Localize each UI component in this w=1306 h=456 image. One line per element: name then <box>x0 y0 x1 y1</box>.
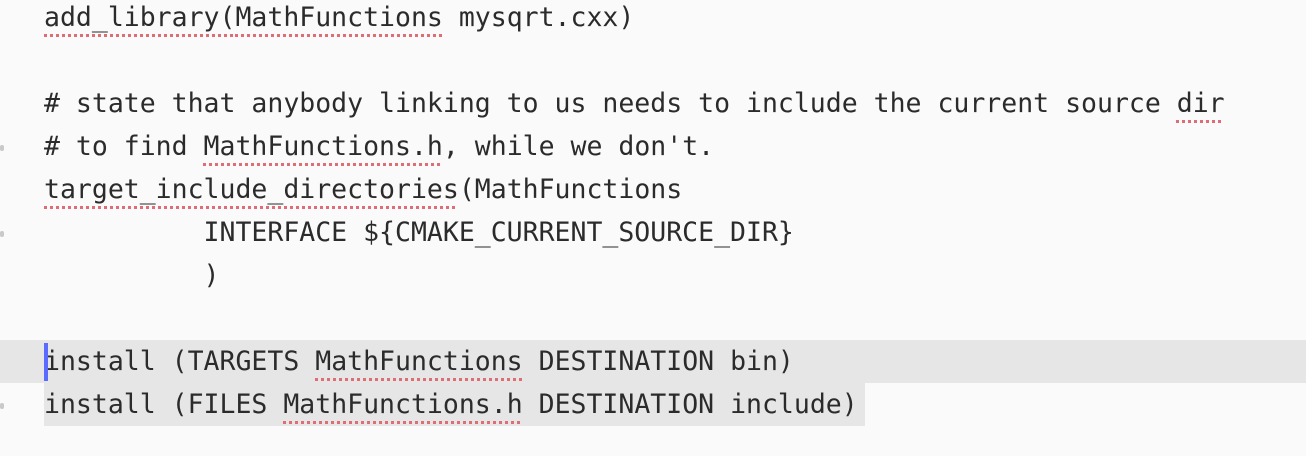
code-line-3[interactable]: # state that anybody linking to us needs… <box>0 82 1306 125</box>
code-line-10[interactable]: install (FILES MathFunctions.h DESTINATI… <box>0 383 1306 426</box>
code-line-6[interactable]: INTERFACE ${CMAKE_CURRENT_SOURCE_DIR} <box>0 211 1306 254</box>
line-text: add_library(MathFunctions mysqrt.cxx) <box>44 0 634 39</box>
comment-token: # state that anybody linking to us needs… <box>44 88 1177 119</box>
line-text: install (FILES MathFunctions.h DESTINATI… <box>44 383 858 426</box>
spell-error-word: MathFunctions <box>235 2 443 33</box>
line-text: INTERFACE ${CMAKE_CURRENT_SOURCE_DIR} <box>44 217 794 248</box>
spell-error-word: dir <box>1176 88 1225 119</box>
text-caret <box>44 343 48 381</box>
line-text: # to find MathFunctions.h, while we don'… <box>44 125 714 168</box>
code-line-8[interactable] <box>0 297 1306 340</box>
code-line-7[interactable]: ) <box>0 254 1306 297</box>
code-token: (MathFunctions <box>458 174 683 205</box>
code-token: DESTINATION include) <box>522 389 858 420</box>
line-text: install (TARGETS MathFunctions DESTINATI… <box>44 340 794 383</box>
spell-error-word: target_include_directories <box>44 174 459 205</box>
code-line-4[interactable]: # to find MathFunctions.h, while we don'… <box>0 125 1306 168</box>
code-token: install (TARGETS <box>44 346 316 377</box>
code-token: DESTINATION bin) <box>522 346 794 377</box>
code-line-5[interactable]: target_include_directories(MathFunctions <box>0 168 1306 211</box>
code-editor[interactable]: add_library(MathFunctions mysqrt.cxx) # … <box>0 0 1306 456</box>
line-text: # state that anybody linking to us needs… <box>44 82 1225 125</box>
spell-error-word: add_library( <box>44 2 236 33</box>
line-text: target_include_directories(MathFunctions <box>44 168 682 211</box>
code-line-1[interactable]: add_library(MathFunctions mysqrt.cxx) <box>0 0 1306 39</box>
code-token: install (FILES <box>44 389 284 420</box>
comment-token: , while we don't. <box>442 131 715 162</box>
spell-error-word: MathFunctions.h <box>283 389 523 420</box>
spell-error-word: MathFunctions <box>315 346 523 377</box>
code-line-2[interactable] <box>0 39 1306 82</box>
comment-token: # to find <box>44 131 204 162</box>
line-text: ) <box>44 260 220 291</box>
code-line-9-current[interactable]: install (TARGETS MathFunctions DESTINATI… <box>0 340 1306 383</box>
code-token: mysqrt.cxx) <box>442 2 635 33</box>
spell-error-word: MathFunctions.h <box>203 131 443 162</box>
